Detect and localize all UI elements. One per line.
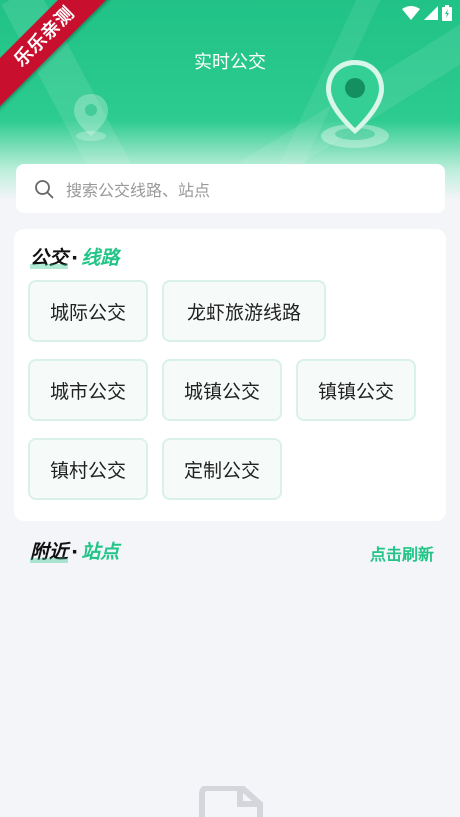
- routes-card: 公交 · 线路 城际公交 龙虾旅游线路 城市公交 城镇公交 镇镇公交 镇村公交 …: [14, 229, 446, 521]
- route-button-town-village[interactable]: 镇村公交: [28, 438, 148, 500]
- refresh-button[interactable]: 点击刷新: [370, 541, 434, 565]
- empty-document-icon: [196, 785, 266, 817]
- route-button-lobster-tour[interactable]: 龙虾旅游线路: [162, 280, 326, 342]
- nearby-title-accent: 站点: [81, 541, 120, 563]
- route-button-custom[interactable]: 定制公交: [162, 438, 282, 500]
- routes-title-separator: ·: [71, 247, 79, 269]
- location-pin-icon: [72, 92, 110, 146]
- search-input[interactable]: 搜索公交线路、站点: [16, 164, 445, 213]
- search-placeholder: 搜索公交线路、站点: [66, 180, 211, 200]
- route-button-town[interactable]: 城镇公交: [162, 359, 282, 421]
- routes-section-title: 公交 · 线路: [30, 243, 119, 270]
- routes-title-accent: 线路: [81, 247, 120, 269]
- route-button-town-to-town[interactable]: 镇镇公交: [296, 359, 416, 421]
- nearby-title-main: 附近: [30, 537, 69, 564]
- route-button-intercity[interactable]: 城际公交: [28, 280, 148, 342]
- wifi-icon: [402, 6, 420, 20]
- battery-icon: [442, 5, 452, 21]
- signal-icon: [424, 6, 438, 20]
- nearby-section-title: 附近 · 站点: [30, 537, 119, 564]
- page-title: 实时公交: [194, 52, 266, 73]
- status-bar: [402, 5, 452, 21]
- search-icon: [35, 179, 54, 198]
- routes-title-main: 公交: [30, 243, 69, 270]
- route-button-city[interactable]: 城市公交: [28, 359, 148, 421]
- nearby-title-separator: ·: [71, 541, 79, 563]
